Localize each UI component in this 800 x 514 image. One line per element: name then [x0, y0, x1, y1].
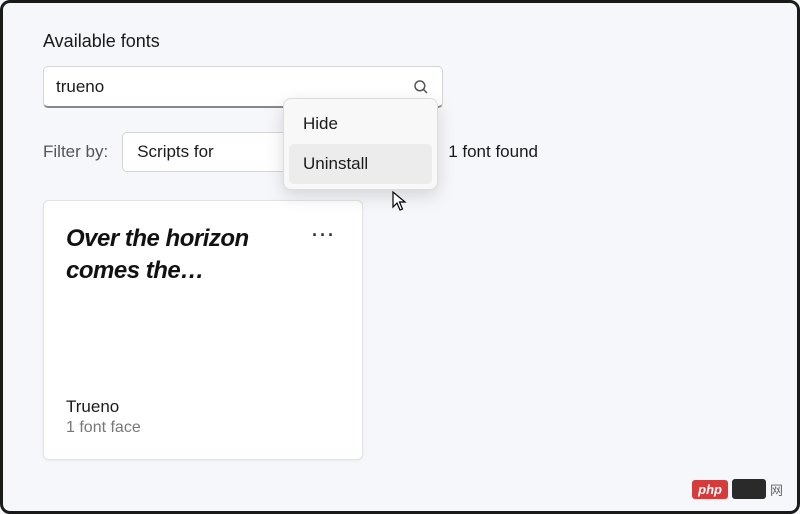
menu-item-uninstall[interactable]: Uninstall: [289, 144, 432, 184]
font-count-label: 1 font found: [448, 142, 538, 162]
search-icon[interactable]: [412, 78, 430, 96]
filter-label: Filter by:: [43, 142, 108, 162]
watermark-dark: [732, 479, 766, 499]
watermark-badge: php: [692, 480, 728, 499]
font-name-label: Trueno: [66, 397, 340, 417]
context-menu: Hide Uninstall: [283, 98, 438, 190]
watermark-text: 网: [770, 480, 783, 499]
watermark: php 网: [692, 479, 783, 499]
font-preview-text: Over the horizon comes the…: [66, 223, 308, 288]
section-title: Available fonts: [43, 31, 757, 52]
menu-item-hide[interactable]: Hide: [289, 104, 432, 144]
filter-selected-value: Scripts for: [137, 142, 214, 162]
cursor-icon: [391, 190, 409, 217]
font-faces-label: 1 font face: [66, 419, 340, 437]
search-input[interactable]: [56, 77, 412, 97]
more-options-button[interactable]: ···: [308, 223, 340, 248]
font-card[interactable]: Over the horizon comes the… ··· Trueno 1…: [43, 200, 363, 460]
